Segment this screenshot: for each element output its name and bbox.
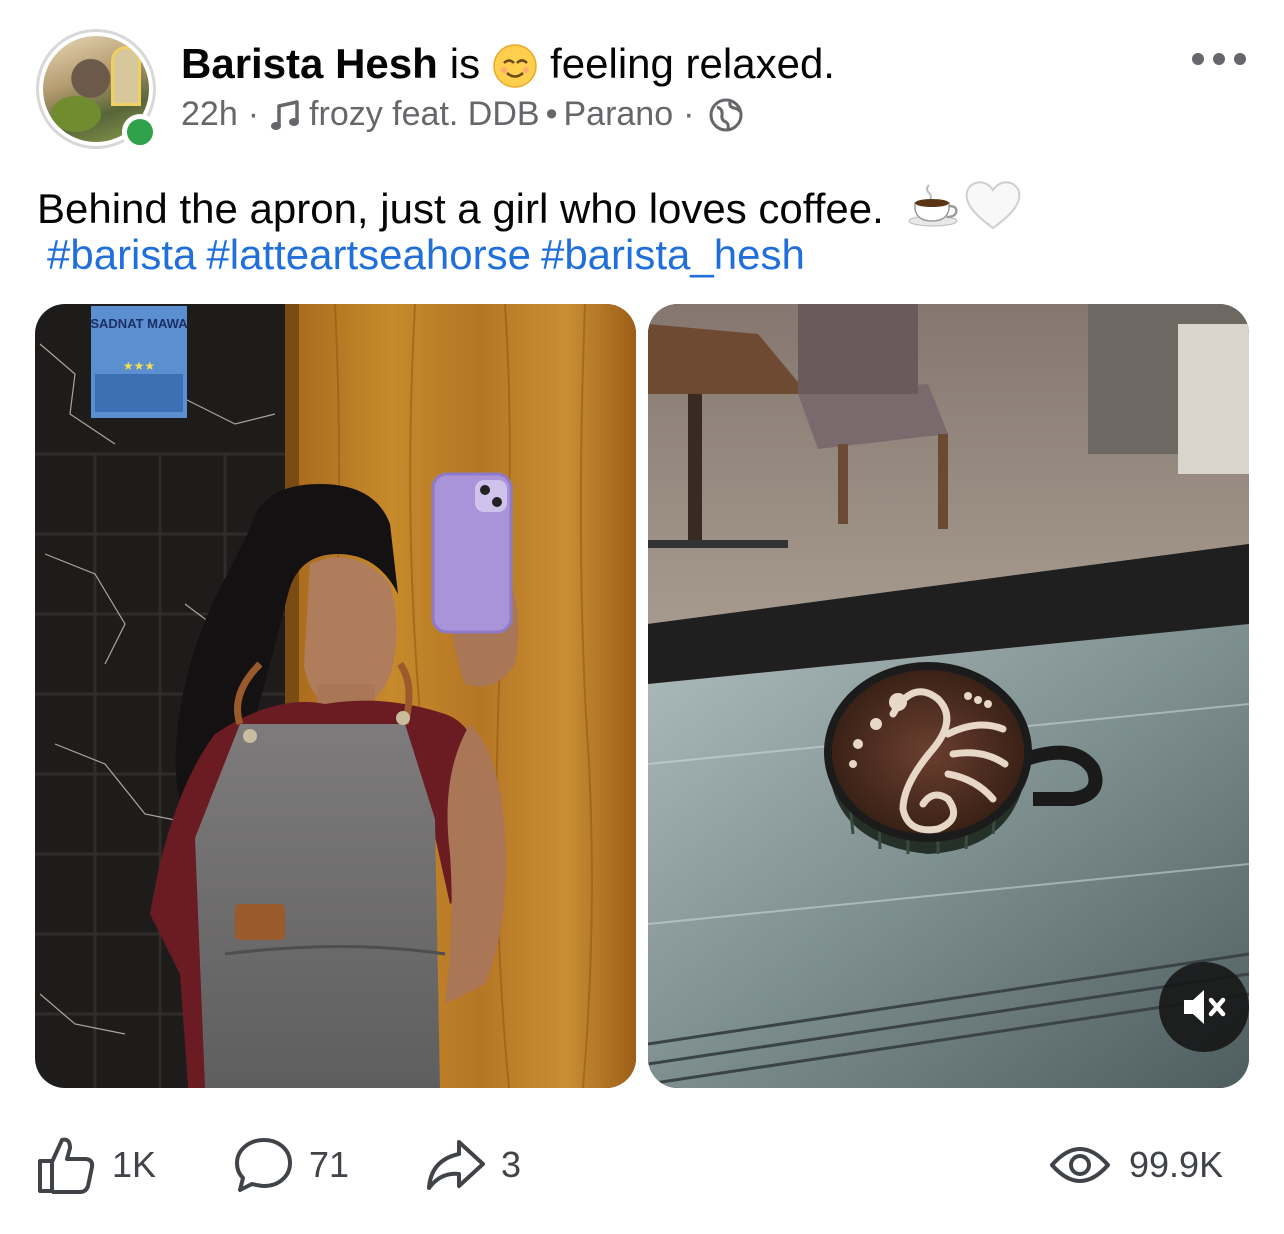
is-word: is bbox=[449, 40, 481, 87]
song-artist[interactable]: Parano bbox=[563, 95, 673, 134]
mute-button[interactable] bbox=[1159, 962, 1249, 1052]
post-actions-bar: 1K 71 3 99.9K bbox=[0, 1125, 1284, 1205]
white-heart-emoji bbox=[966, 181, 1021, 230]
share-count: 3 bbox=[501, 1144, 522, 1185]
hot-beverage-emoji bbox=[908, 184, 958, 227]
hashtag-link[interactable]: #barista bbox=[47, 231, 196, 278]
speaker-muted-icon bbox=[1184, 990, 1226, 1024]
post-time[interactable]: 22h bbox=[181, 95, 238, 134]
view-count: 99.9K bbox=[1049, 1125, 1223, 1205]
share-button[interactable]: 3 bbox=[425, 1125, 521, 1205]
svg-text:★★★: ★★★ bbox=[123, 359, 155, 373]
comment-bubble-icon bbox=[235, 1138, 292, 1192]
globe-icon[interactable] bbox=[708, 97, 744, 133]
photo-barista-selfie[interactable]: SADNAT MAWA ★★★ bbox=[35, 304, 636, 1088]
like-button[interactable]: 1K bbox=[36, 1125, 156, 1205]
eye-icon bbox=[1050, 1147, 1110, 1183]
view-count-value: 99.9K bbox=[1129, 1144, 1224, 1185]
song-separator: • bbox=[545, 95, 558, 133]
more-options-icon[interactable] bbox=[1192, 48, 1246, 70]
caption-text: Behind the apron, just a girl who loves … bbox=[37, 185, 884, 232]
post-meta: 22h · frozy feat. DDB • Parano · bbox=[181, 95, 744, 134]
like-count: 1K bbox=[112, 1144, 157, 1185]
post-header-title: Barista Hesh is feeling relaxed. bbox=[181, 40, 835, 88]
hashtag-list: #barista #latteartseahorse #barista_hesh bbox=[47, 228, 815, 282]
photo-latte-art-seahorse[interactable] bbox=[648, 304, 1249, 1088]
hashtag-link[interactable]: #barista_hesh bbox=[541, 231, 805, 278]
thumbs-up-icon bbox=[38, 1137, 95, 1194]
meta-separator-2: · bbox=[683, 95, 695, 133]
share-arrow-icon bbox=[427, 1140, 485, 1190]
online-status-dot bbox=[122, 114, 158, 150]
relieved-face-emoji bbox=[493, 44, 537, 88]
author-avatar[interactable] bbox=[36, 29, 158, 150]
music-note-icon bbox=[271, 99, 300, 130]
comment-button[interactable]: 71 bbox=[233, 1125, 349, 1205]
meta-separator: · bbox=[247, 95, 260, 133]
hashtag-link[interactable]: #latteartseahorse bbox=[206, 231, 531, 278]
post-caption: Behind the apron, just a girl who loves … bbox=[37, 174, 1247, 236]
feeling-text[interactable]: feeling relaxed. bbox=[550, 40, 835, 88]
photo-sign-text: SADNAT MAWA bbox=[90, 316, 188, 331]
comment-count: 71 bbox=[309, 1144, 350, 1185]
song-title[interactable]: frozy feat. DDB bbox=[309, 95, 540, 134]
author-name[interactable]: Barista Hesh bbox=[181, 40, 438, 88]
